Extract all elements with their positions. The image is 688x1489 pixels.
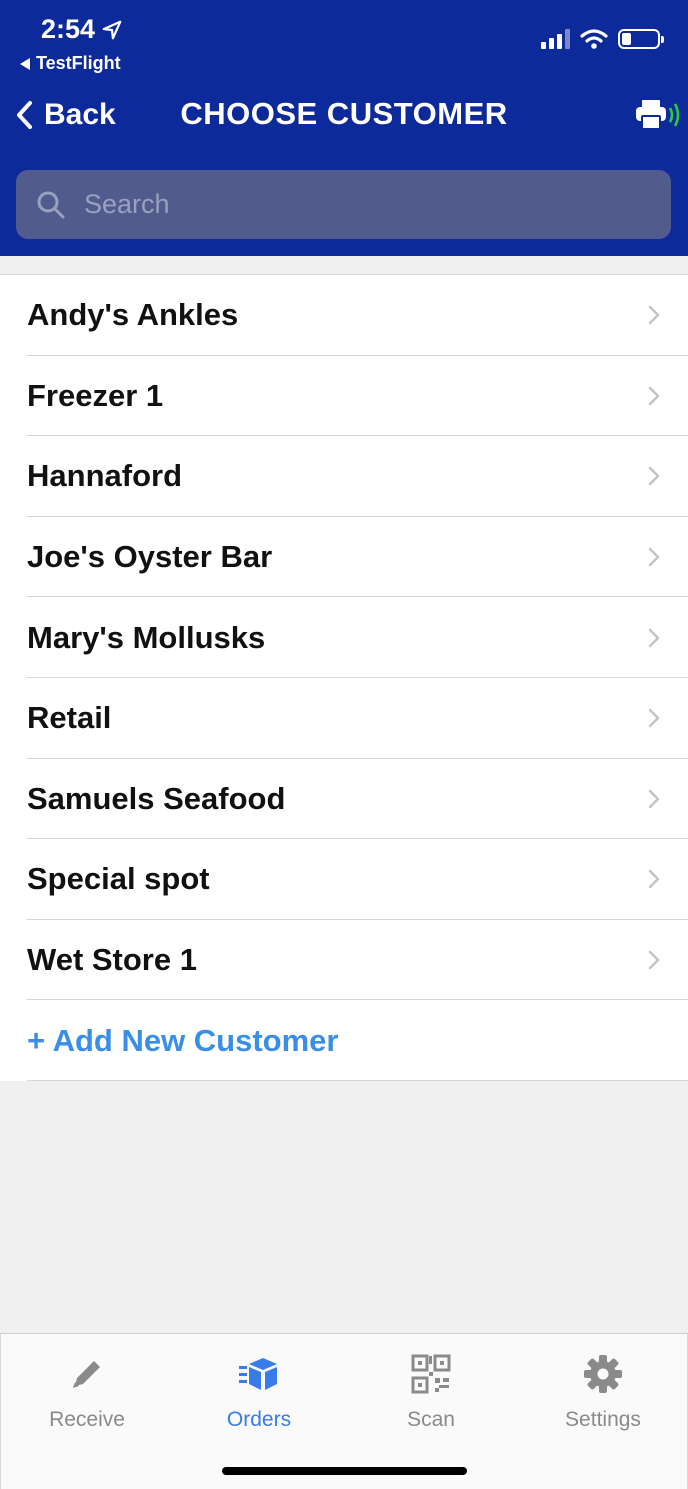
- gear-icon: [584, 1355, 622, 1393]
- status-indicators: [541, 28, 664, 50]
- pencil-icon: [73, 1361, 100, 1388]
- chevron-right-icon: [648, 386, 660, 406]
- tab-label: Scan: [407, 1408, 455, 1431]
- customer-row[interactable]: Wet Store 1: [0, 920, 688, 1001]
- chevron-right-icon: [648, 709, 660, 728]
- printer-icon[interactable]: [636, 98, 686, 132]
- tab-label: Receive: [49, 1408, 125, 1431]
- chevron-right-icon: [648, 870, 660, 889]
- chevron-right-icon: [648, 547, 660, 567]
- customer-name: Retail: [27, 700, 112, 736]
- tab-receive[interactable]: Receive: [1, 1354, 173, 1432]
- wifi-icon: [580, 29, 608, 49]
- back-triangle-icon: [20, 57, 30, 70]
- tab-settings[interactable]: Settings: [517, 1354, 688, 1432]
- customer-row[interactable]: Retail: [0, 678, 688, 759]
- tab-label: Settings: [565, 1408, 641, 1431]
- page-title: CHOOSE CUSTOMER: [180, 96, 508, 131]
- chevron-right-icon: [648, 306, 660, 325]
- status-time-text: 2:54: [41, 14, 96, 44]
- add-new-customer-label: + Add New Customer: [27, 1022, 339, 1058]
- qr-code-icon: [411, 1354, 451, 1394]
- tab-orders[interactable]: Orders: [173, 1354, 345, 1432]
- back-to-testflight[interactable]: TestFlight: [20, 53, 121, 74]
- battery-icon: [618, 29, 664, 49]
- tab-scan[interactable]: Scan: [345, 1354, 517, 1432]
- customer-row[interactable]: Samuels Seafood: [0, 759, 688, 840]
- customer-name: Mary's Mollusks: [27, 619, 266, 655]
- customer-row[interactable]: Joe's Oyster Bar: [0, 517, 688, 598]
- cellular-signal-icon: [541, 29, 570, 49]
- customer-name: Joe's Oyster Bar: [27, 539, 273, 575]
- chevron-right-icon: [648, 789, 660, 809]
- customer-name: Andy's Ankles: [27, 297, 239, 333]
- customer-list: Andy's Ankles Freezer 1 Hannaford Joe's …: [0, 274, 688, 1081]
- search-icon: [37, 191, 65, 218]
- customer-name: Wet Store 1: [27, 942, 197, 978]
- chevron-right-icon: [648, 628, 660, 647]
- tab-label: Orders: [226, 1408, 292, 1431]
- search-input[interactable]: [84, 189, 644, 220]
- back-app-label: TestFlight: [36, 53, 121, 73]
- customer-row[interactable]: Special spot: [0, 839, 688, 920]
- chevron-right-icon: [648, 950, 660, 970]
- search-field[interactable]: [16, 170, 671, 239]
- customer-row[interactable]: Mary's Mollusks: [0, 597, 688, 678]
- status-time: 2:54: [41, 14, 123, 45]
- customer-row[interactable]: Freezer 1: [0, 356, 688, 437]
- customer-row[interactable]: Andy's Ankles: [0, 275, 688, 356]
- customer-name: Hannaford: [27, 458, 182, 494]
- orders-box-icon: [239, 1358, 277, 1390]
- home-indicator: [222, 1467, 467, 1475]
- add-new-customer-button[interactable]: + Add New Customer: [0, 1000, 688, 1081]
- customer-name: Samuels Seafood: [27, 780, 286, 816]
- customer-name: Freezer 1: [27, 377, 164, 413]
- tab-bar: Receive Orders Scan Settings: [0, 1333, 688, 1489]
- customer-name: Special spot: [27, 861, 210, 897]
- location-arrow-icon: [102, 20, 122, 39]
- chevron-right-icon: [648, 467, 660, 486]
- header: 2:54 TestFlight Back CHOOSE CUSTOMER: [0, 0, 688, 256]
- customer-row[interactable]: Hannaford: [0, 436, 688, 517]
